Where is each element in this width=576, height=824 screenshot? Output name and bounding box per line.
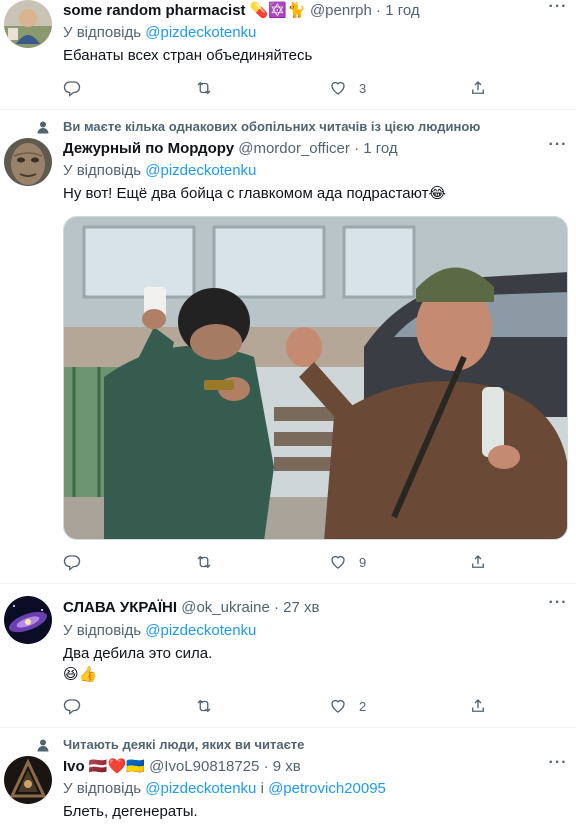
reply-prefix: У відповідь	[63, 622, 142, 639]
retweet-button[interactable]	[195, 552, 213, 572]
action-bar: 2	[63, 696, 503, 716]
reply-prefix: У відповідь	[63, 162, 142, 179]
handle[interactable]: @IvoL90818725	[149, 758, 259, 775]
tweet-text-body: Ну вот! Ещё два бойца с главкомом ада по…	[63, 185, 429, 202]
tweet[interactable]: СЛАВА УКРАЇНІ @ok_ukraine · 27 хв ··· У …	[0, 584, 576, 728]
like-icon	[331, 699, 345, 713]
reply-context: У відповідь @pizdeckotenku	[63, 161, 256, 181]
separator: ·	[376, 2, 382, 19]
more-icon[interactable]: ···	[548, 137, 568, 158]
retweet-button[interactable]	[195, 78, 213, 98]
name-emoji: 💊🔯🐈	[249, 2, 306, 19]
display-name[interactable]: Ivo	[63, 758, 85, 775]
avatar[interactable]	[4, 756, 52, 804]
timestamp[interactable]: 1 год	[363, 140, 397, 157]
tweet-photo[interactable]	[63, 216, 568, 540]
display-name[interactable]: СЛАВА УКРАЇНІ	[63, 599, 177, 616]
action-bar: 3	[63, 78, 503, 98]
share-icon	[472, 699, 484, 712]
retweet-icon	[197, 699, 211, 713]
avatar[interactable]	[4, 596, 52, 644]
like-icon	[331, 555, 345, 569]
share-icon	[472, 555, 484, 568]
reply-icon	[63, 699, 81, 715]
timestamp[interactable]: 9 хв	[273, 758, 301, 775]
reply-prefix: У відповідь	[63, 24, 142, 41]
separator: ·	[263, 758, 269, 775]
name-emoji: 🇱🇻❤️🇺🇦	[88, 758, 145, 775]
social-context: Читають деякі люди, яких ви читаєте	[63, 737, 305, 752]
social-context: Ви маєте кілька однакових обопільних чит…	[63, 119, 481, 134]
reply-context: У відповідь @pizdeckotenku і @petrovich2…	[63, 779, 386, 799]
like-count: 3	[359, 80, 367, 96]
retweet-icon	[197, 555, 211, 569]
more-icon[interactable]: ···	[548, 755, 568, 776]
reply-icon	[63, 555, 81, 571]
mention-link[interactable]: @pizdeckotenku	[145, 780, 256, 797]
text-emoji: 😂	[428, 185, 446, 202]
display-name[interactable]: Дежурный по Мордору	[63, 140, 234, 157]
timestamp[interactable]: 27 хв	[283, 599, 319, 616]
mention-link[interactable]: @petrovich20095	[268, 780, 386, 797]
share-button[interactable]	[469, 696, 487, 716]
mention-link[interactable]: @pizdeckotenku	[145, 162, 256, 179]
share-icon	[472, 81, 484, 94]
handle[interactable]: @mordor_officer	[238, 140, 350, 157]
tweet-text: Блеть, дегенераты.	[63, 803, 198, 820]
like-count: 9	[359, 554, 367, 570]
person-icon	[37, 739, 49, 752]
tweet[interactable]: some random pharmacist 💊🔯🐈 @penrph · 1 г…	[0, 0, 576, 110]
like-button[interactable]: 3	[329, 78, 366, 98]
reply-context: У відповідь @pizdeckotenku	[63, 23, 256, 43]
retweet-icon	[197, 81, 211, 95]
mention-link[interactable]: @pizdeckotenku	[145, 622, 256, 639]
mention-link[interactable]: @pizdeckotenku	[145, 24, 256, 41]
tweet-text-line2: 😆👍	[63, 666, 98, 683]
reply-joiner: і	[260, 780, 264, 797]
like-count: 2	[359, 698, 367, 714]
like-button[interactable]: 2	[329, 696, 366, 716]
more-icon[interactable]: ···	[548, 595, 568, 616]
timestamp[interactable]: 1 год	[385, 2, 419, 19]
tweet-text: Ебанаты всех стран объединяйтесь	[63, 47, 313, 64]
tweet-text: Два дебила это сила.	[63, 645, 213, 662]
retweet-button[interactable]	[195, 696, 213, 716]
separator: ·	[274, 599, 279, 616]
reply-context: У відповідь @pizdeckotenku	[63, 621, 256, 641]
tweet-header: some random pharmacist 💊🔯🐈 @penrph · 1 г…	[63, 1, 420, 21]
tweet[interactable]: Читають деякі люди, яких ви читаєте Ivo …	[0, 728, 576, 824]
reply-button[interactable]	[63, 78, 81, 98]
tweet[interactable]: Ви маєте кілька однакових обопільних чит…	[0, 110, 576, 584]
tweet-text: Ну вот! Ещё два бойца с главкомом ада по…	[63, 184, 446, 204]
tweet-header: СЛАВА УКРАЇНІ @ok_ukraine · 27 хв	[63, 598, 320, 618]
handle[interactable]: @ok_ukraine	[181, 599, 270, 616]
person-icon	[37, 121, 49, 134]
handle[interactable]: @penrph	[310, 2, 372, 19]
avatar[interactable]	[4, 0, 52, 48]
more-icon[interactable]: ···	[548, 0, 568, 20]
display-name[interactable]: some random pharmacist	[63, 2, 246, 19]
share-button[interactable]	[469, 552, 487, 572]
like-icon	[331, 81, 345, 95]
action-bar: 9	[63, 552, 503, 572]
reply-button[interactable]	[63, 552, 81, 572]
tweet-header: Ivo 🇱🇻❤️🇺🇦 @IvoL90818725 · 9 хв	[63, 757, 301, 777]
share-button[interactable]	[469, 78, 487, 98]
like-button[interactable]: 9	[329, 552, 366, 572]
reply-prefix: У відповідь	[63, 780, 142, 797]
reply-button[interactable]	[63, 696, 81, 716]
tweet-header: Дежурный по Мордору @mordor_officer · 1 …	[63, 139, 398, 159]
avatar[interactable]	[4, 138, 52, 186]
reply-icon	[63, 81, 81, 97]
separator: ·	[354, 140, 360, 157]
